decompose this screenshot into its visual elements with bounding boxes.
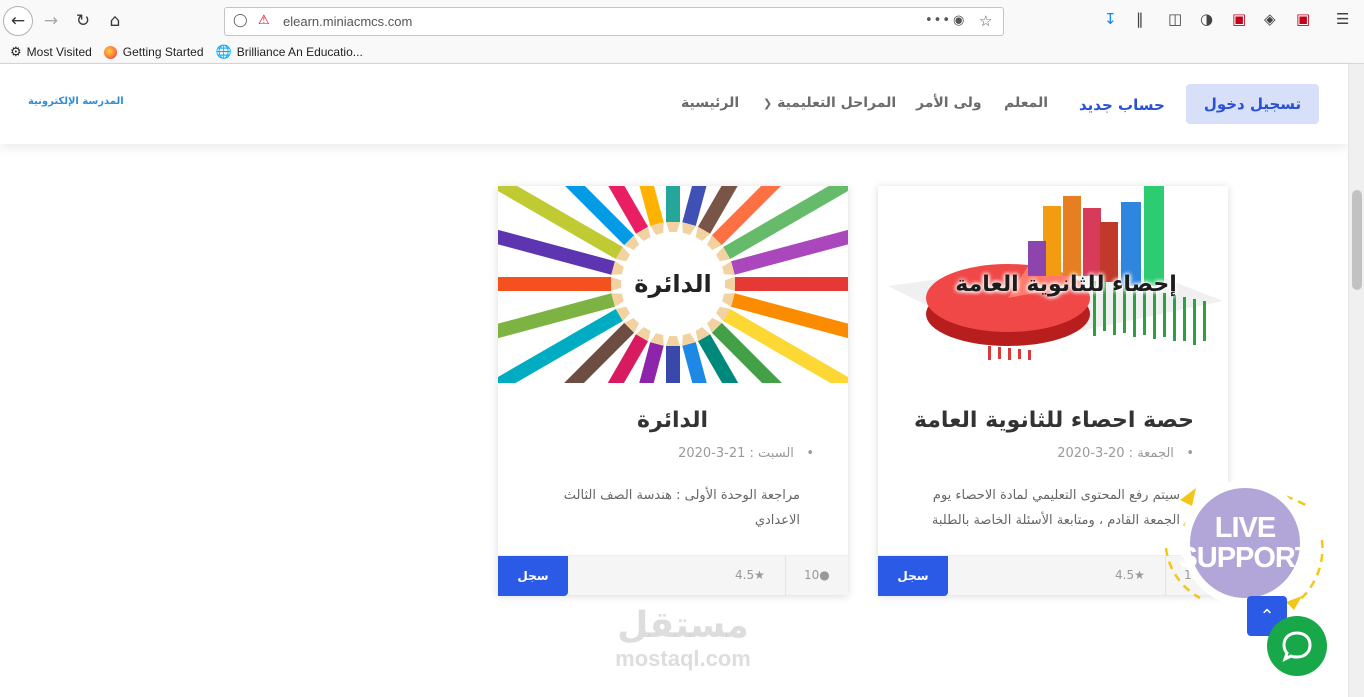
- sidebar-icon[interactable]: ◫: [1168, 10, 1182, 28]
- bullet-icon: •: [1178, 446, 1194, 461]
- extension-search-icon[interactable]: ▣: [1296, 10, 1310, 28]
- course-date: الجمعة : 20-3-2020 •: [1057, 446, 1194, 461]
- watermark: مستقل mostaql.com: [598, 606, 768, 672]
- scrollbar-thumb[interactable]: [1352, 190, 1362, 290]
- site-header: المدرسة الإلكترونية الرئيسية ❯ المراحل ا…: [0, 64, 1348, 144]
- bookmarks-bar: ⚙ Most Visited Getting Started 🌐 Brillia…: [0, 41, 365, 63]
- browser-toolbar: ← → ↻ ⌂ ◯ ⚠ elearn.miniacmcs.com ••• ◉ ☆…: [0, 0, 1364, 64]
- star-icon: ★: [754, 568, 765, 582]
- address-bar[interactable]: ◯ ⚠ elearn.miniacmcs.com ••• ◉ ☆: [224, 7, 1004, 36]
- chevron-down-icon: ❯: [763, 97, 773, 110]
- course-title[interactable]: حصة احصاء للثانوية العامة: [914, 408, 1194, 433]
- star-icon: ★: [1134, 568, 1145, 582]
- bookmark-brilliance[interactable]: 🌐 Brilliance An Educatio...: [216, 44, 363, 60]
- register-link[interactable]: حساب جديد: [1079, 96, 1165, 114]
- bookmark-most-visited[interactable]: ⚙ Most Visited: [10, 44, 92, 60]
- course-footer: سجل 4.5★ 10●: [498, 555, 848, 596]
- insecure-lock-icon[interactable]: ⚠: [258, 13, 270, 28]
- firefox-icon: [103, 45, 117, 59]
- extension-globe-icon[interactable]: ◈: [1264, 10, 1276, 28]
- site-logo[interactable]: المدرسة الإلكترونية: [28, 96, 124, 107]
- course-rating: 4.5★: [735, 568, 765, 582]
- course-rating: 4.5★: [1115, 568, 1145, 582]
- nav-stages[interactable]: ❯ المراحل التعليمية: [763, 95, 896, 111]
- course-image-caption: الدائرة: [634, 270, 712, 298]
- pocket-icon[interactable]: ◉: [953, 13, 964, 28]
- gear-icon: ⚙: [10, 44, 22, 59]
- menu-icon[interactable]: ☰: [1336, 10, 1349, 28]
- watermark-latin: mostaql.com: [615, 646, 751, 671]
- live-support-widget[interactable]: LIVE SUPPORT: [1178, 480, 1313, 606]
- course-card[interactable]: الدائرة الدائرة السبت : 21-3-2020 • مراج…: [498, 186, 848, 596]
- course-date: السبت : 21-3-2020 •: [678, 446, 814, 461]
- library-icon[interactable]: ‖: [1136, 10, 1144, 28]
- course-image[interactable]: الدائرة: [498, 186, 848, 383]
- bookmark-getting-started[interactable]: Getting Started: [103, 45, 204, 59]
- nav-teacher[interactable]: المعلم: [1004, 95, 1048, 111]
- login-button[interactable]: تسجيل دخول: [1186, 84, 1319, 124]
- bookmark-star-icon[interactable]: ☆: [979, 12, 992, 30]
- live-support-badge[interactable]: LIVE SUPPORT: [1178, 488, 1313, 598]
- course-title[interactable]: الدائرة: [637, 408, 708, 433]
- chat-bubble-icon: [1282, 631, 1312, 662]
- nav-guardian[interactable]: ولى الأمر: [916, 95, 982, 111]
- shield-icon[interactable]: ◯: [233, 13, 248, 28]
- home-icon[interactable]: ⌂: [100, 6, 130, 36]
- enroll-button[interactable]: سجل: [878, 556, 948, 596]
- globe-icon: 🌐: [215, 44, 232, 59]
- chevron-up-icon: ⌃: [1259, 605, 1275, 627]
- extension-icon[interactable]: ▣: [1232, 10, 1246, 28]
- reload-icon[interactable]: ↻: [68, 6, 98, 36]
- course-description: مراجعة الوحدة الأولى : هندسة الصف الثالث…: [563, 488, 800, 528]
- chat-button[interactable]: [1267, 616, 1327, 676]
- course-students: 10●: [804, 568, 830, 582]
- page-scrollbar[interactable]: [1348, 64, 1364, 697]
- course-image-caption: إحصاء للثانوية العامة: [955, 272, 1177, 297]
- page-actions-icon[interactable]: •••: [925, 13, 951, 28]
- forward-icon[interactable]: →: [36, 6, 66, 36]
- course-description: سيتم رفع المحتوى التعليمي لمادة الاحصاء …: [931, 488, 1180, 528]
- account-icon[interactable]: ◑: [1200, 10, 1213, 28]
- footer-divider: [785, 556, 786, 596]
- nav-home[interactable]: الرئيسية: [681, 95, 739, 111]
- bullet-icon: •: [798, 446, 814, 461]
- user-icon: ●: [819, 568, 830, 582]
- enroll-button[interactable]: سجل: [498, 556, 568, 596]
- back-icon[interactable]: ←: [3, 6, 33, 36]
- course-image[interactable]: إحصاء للثانوية العامة: [878, 186, 1228, 383]
- watermark-arabic: مستقل: [617, 605, 749, 646]
- url-text[interactable]: elearn.miniacmcs.com: [283, 14, 412, 29]
- download-icon[interactable]: ↧: [1104, 10, 1117, 28]
